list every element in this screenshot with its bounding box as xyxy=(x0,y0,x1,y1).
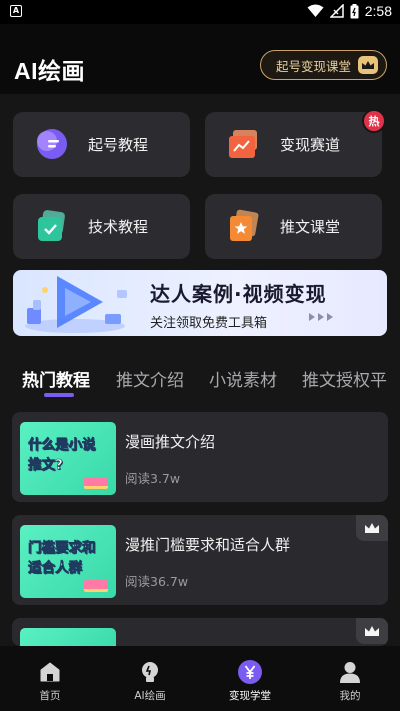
tech-tutorial-icon xyxy=(38,210,65,241)
card-thumbnail: 什么是小说推文? xyxy=(20,422,116,495)
tile-growth-tutorial[interactable]: 起号教程 xyxy=(13,112,190,177)
thumbnail-text: 门槛要求和适合人群 xyxy=(28,540,96,577)
monetize-track-icon xyxy=(229,130,257,158)
nav-ai-painting[interactable]: AI绘画 xyxy=(100,646,200,711)
list-item[interactable]: 门槛要求和适合人群 漫推门槛要求和适合人群 阅读36.7w xyxy=(12,515,388,605)
banner-subtitle: 关注领取免费工具箱 xyxy=(150,316,268,331)
nav-label: 我的 xyxy=(339,690,361,702)
tab-promo-intro[interactable]: 推文介绍 xyxy=(116,366,184,391)
status-bar: A 2:58 xyxy=(0,0,400,24)
card-read-count: 阅读3.7w xyxy=(125,471,181,486)
status-time: 2:58 xyxy=(364,3,392,19)
nav-label: 变现学堂 xyxy=(229,690,271,702)
premium-crown-icon xyxy=(356,618,388,644)
tab-authorization-platform[interactable]: 推文授权平 xyxy=(302,366,387,391)
monetize-class-label: 起号变现课堂 xyxy=(276,58,352,74)
tile-promo-class[interactable]: 推文课堂 xyxy=(205,194,382,259)
card-title: 漫推门槛要求和适合人群 xyxy=(125,536,291,554)
thumbnail-text: 什么是小说推文? xyxy=(28,437,96,474)
book-icon xyxy=(84,580,108,592)
tile-label: 技术教程 xyxy=(88,218,149,236)
nav-label: AI绘画 xyxy=(134,690,166,702)
nav-label: 首页 xyxy=(39,690,61,702)
card-thumbnail xyxy=(20,628,116,646)
tile-label: 起号教程 xyxy=(88,136,149,154)
list-item[interactable] xyxy=(12,618,388,646)
tab-hot-tutorials[interactable]: 热门教程 xyxy=(22,366,90,391)
app-header: AI绘画 起号变现课堂 xyxy=(0,24,400,94)
lightbulb-icon xyxy=(142,662,158,682)
video-play-illustration xyxy=(25,276,127,333)
banner-title: 达人案例·视频变现 xyxy=(150,282,327,306)
wifi-icon xyxy=(307,4,324,17)
hot-badge: 热 xyxy=(362,109,386,133)
battery-icon xyxy=(350,3,359,18)
no-signal-icon xyxy=(329,4,344,18)
nav-monetize-academy[interactable]: 变现学堂 xyxy=(200,646,300,711)
profile-icon xyxy=(340,662,360,683)
notification-icon: A xyxy=(10,5,22,17)
tutorial-icon xyxy=(37,129,67,159)
card-read-count: 阅读36.7w xyxy=(125,574,189,589)
bottom-navigation: 首页 AI绘画 变现学堂 我的 xyxy=(0,646,400,711)
status-indicators: 2:58 xyxy=(307,3,392,19)
more-arrows-icon xyxy=(309,313,333,321)
book-icon xyxy=(84,477,108,489)
tab-novel-materials[interactable]: 小说素材 xyxy=(209,366,277,391)
promo-banner[interactable]: 达人案例·视频变现 关注领取免费工具箱 xyxy=(13,270,387,336)
tile-label: 变现赛道 xyxy=(280,136,341,154)
tile-monetize-track[interactable]: 变现赛道 xyxy=(205,112,382,177)
card-title: 漫画推文介绍 xyxy=(125,433,216,451)
premium-crown-icon xyxy=(356,515,388,541)
card-thumbnail: 门槛要求和适合人群 xyxy=(20,525,116,598)
yen-icon xyxy=(238,660,262,684)
tile-tech-tutorial[interactable]: 技术教程 xyxy=(13,194,190,259)
home-icon xyxy=(40,662,60,682)
nav-home[interactable]: 首页 xyxy=(0,646,100,711)
page-title: AI绘画 xyxy=(14,58,85,84)
active-tab-indicator xyxy=(44,393,74,397)
promo-class-icon xyxy=(230,209,259,241)
crown-icon xyxy=(358,56,378,74)
tile-label: 推文课堂 xyxy=(280,218,341,236)
list-item[interactable]: 什么是小说推文? 漫画推文介绍 阅读3.7w xyxy=(12,412,388,502)
nav-profile[interactable]: 我的 xyxy=(300,646,400,711)
monetize-class-button[interactable]: 起号变现课堂 xyxy=(260,50,387,80)
